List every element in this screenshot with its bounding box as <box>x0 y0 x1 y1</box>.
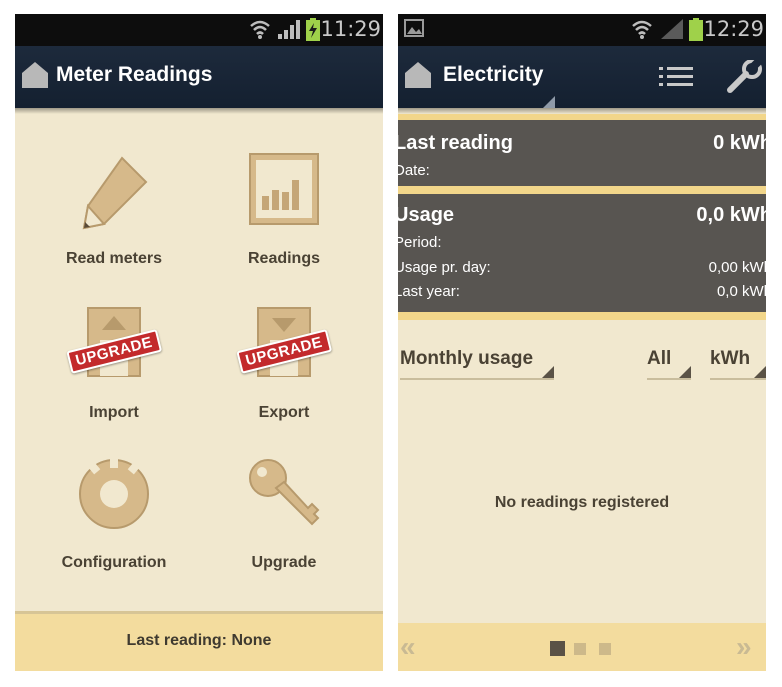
meter-readings-screen: 11:29 Meter Readings Read meters Reading… <box>15 14 383 671</box>
electricity-screen: 12:29 Electricity Last reading 0 kWh Dat… <box>398 14 766 671</box>
list-icon[interactable] <box>659 65 693 89</box>
usage-period-label: Period: <box>398 234 442 251</box>
usage-per-day-label: Usage pr. day: <box>398 259 491 276</box>
status-clock: 11:29 <box>320 17 381 41</box>
wrench-icon[interactable] <box>726 60 762 94</box>
tile-readings[interactable]: Readings <box>192 152 376 304</box>
dropdown-arrow-icon <box>542 366 554 378</box>
status-bar: 12:29 <box>398 14 766 46</box>
tile-export[interactable]: UPGRADE Export <box>192 306 376 458</box>
app-bar: Electricity <box>398 46 766 114</box>
next-page-icon[interactable]: » <box>736 631 752 663</box>
page-indicator[interactable] <box>574 643 586 655</box>
last-reading-footer: Last reading: None <box>15 611 383 671</box>
last-reading-value: 0 kWh <box>713 132 766 154</box>
image-notification-icon <box>404 19 424 37</box>
dropdown-arrow-icon <box>679 366 691 378</box>
meter-selector[interactable]: Electricity <box>443 63 543 87</box>
usage-last-year-label: Last year: <box>398 283 460 300</box>
wifi-icon <box>632 20 652 39</box>
signal-icon <box>278 20 300 39</box>
tile-label-import: Import <box>89 404 139 421</box>
usage-title: Usage <box>398 204 455 226</box>
tile-label-upgrade: Upgrade <box>251 554 317 571</box>
unit-value: kWh <box>710 348 751 369</box>
status-bar: 11:29 <box>15 14 383 46</box>
page-indicator-active[interactable] <box>550 641 565 656</box>
usage-mode-value: Monthly usage <box>400 348 534 369</box>
meter-selector-dropdown-icon[interactable] <box>543 96 555 108</box>
usage-mode-dropdown[interactable]: Monthly usage <box>400 348 554 380</box>
home-icon[interactable] <box>21 60 49 90</box>
last-reading-panel: Last reading 0 kWh Date: <box>398 120 766 186</box>
pencil-icon <box>82 156 148 230</box>
tile-import[interactable]: UPGRADE Import <box>22 306 206 458</box>
app-bar: Meter Readings <box>15 46 383 114</box>
battery-icon <box>689 18 703 41</box>
key-icon <box>249 459 320 526</box>
status-clock: 12:29 <box>703 17 764 41</box>
tile-label-configuration: Configuration <box>61 554 167 571</box>
usage-value: 0,0 kWh <box>696 204 766 226</box>
usage-last-year-value: 0,0 kWh <box>716 283 766 300</box>
tile-label-read-meters: Read meters <box>65 250 163 267</box>
gear-icon <box>79 458 149 529</box>
page-indicator[interactable] <box>599 643 611 655</box>
range-value: All <box>647 348 672 369</box>
page-title: Meter Readings <box>56 63 213 86</box>
previous-page-icon[interactable]: « <box>400 631 416 663</box>
tile-configuration[interactable]: Configuration <box>22 456 206 608</box>
last-reading-date-label: Date: <box>398 162 430 179</box>
bar-chart-icon <box>249 153 319 225</box>
tile-upgrade[interactable]: Upgrade <box>192 456 376 608</box>
dropdown-arrow-icon <box>754 366 766 378</box>
battery-charging-icon <box>306 18 320 41</box>
usage-per-day-value: 0,00 kWh <box>708 259 766 276</box>
home-icon[interactable] <box>404 60 432 90</box>
tile-label-export: Export <box>258 404 310 421</box>
pager-bar: « » <box>398 623 766 671</box>
last-reading-text: Last reading: None <box>126 632 272 649</box>
range-dropdown[interactable]: All <box>647 348 691 380</box>
empty-readings-message: No readings registered <box>494 494 670 511</box>
unit-dropdown[interactable]: kWh <box>710 348 766 380</box>
tile-label-readings: Readings <box>247 250 320 267</box>
signal-icon <box>661 19 683 39</box>
tile-read-meters[interactable]: Read meters <box>22 152 206 304</box>
usage-panel: Usage 0,0 kWh Period: Usage pr. day: 0,0… <box>398 194 766 312</box>
last-reading-title: Last reading <box>398 132 513 154</box>
wifi-icon <box>250 20 270 39</box>
